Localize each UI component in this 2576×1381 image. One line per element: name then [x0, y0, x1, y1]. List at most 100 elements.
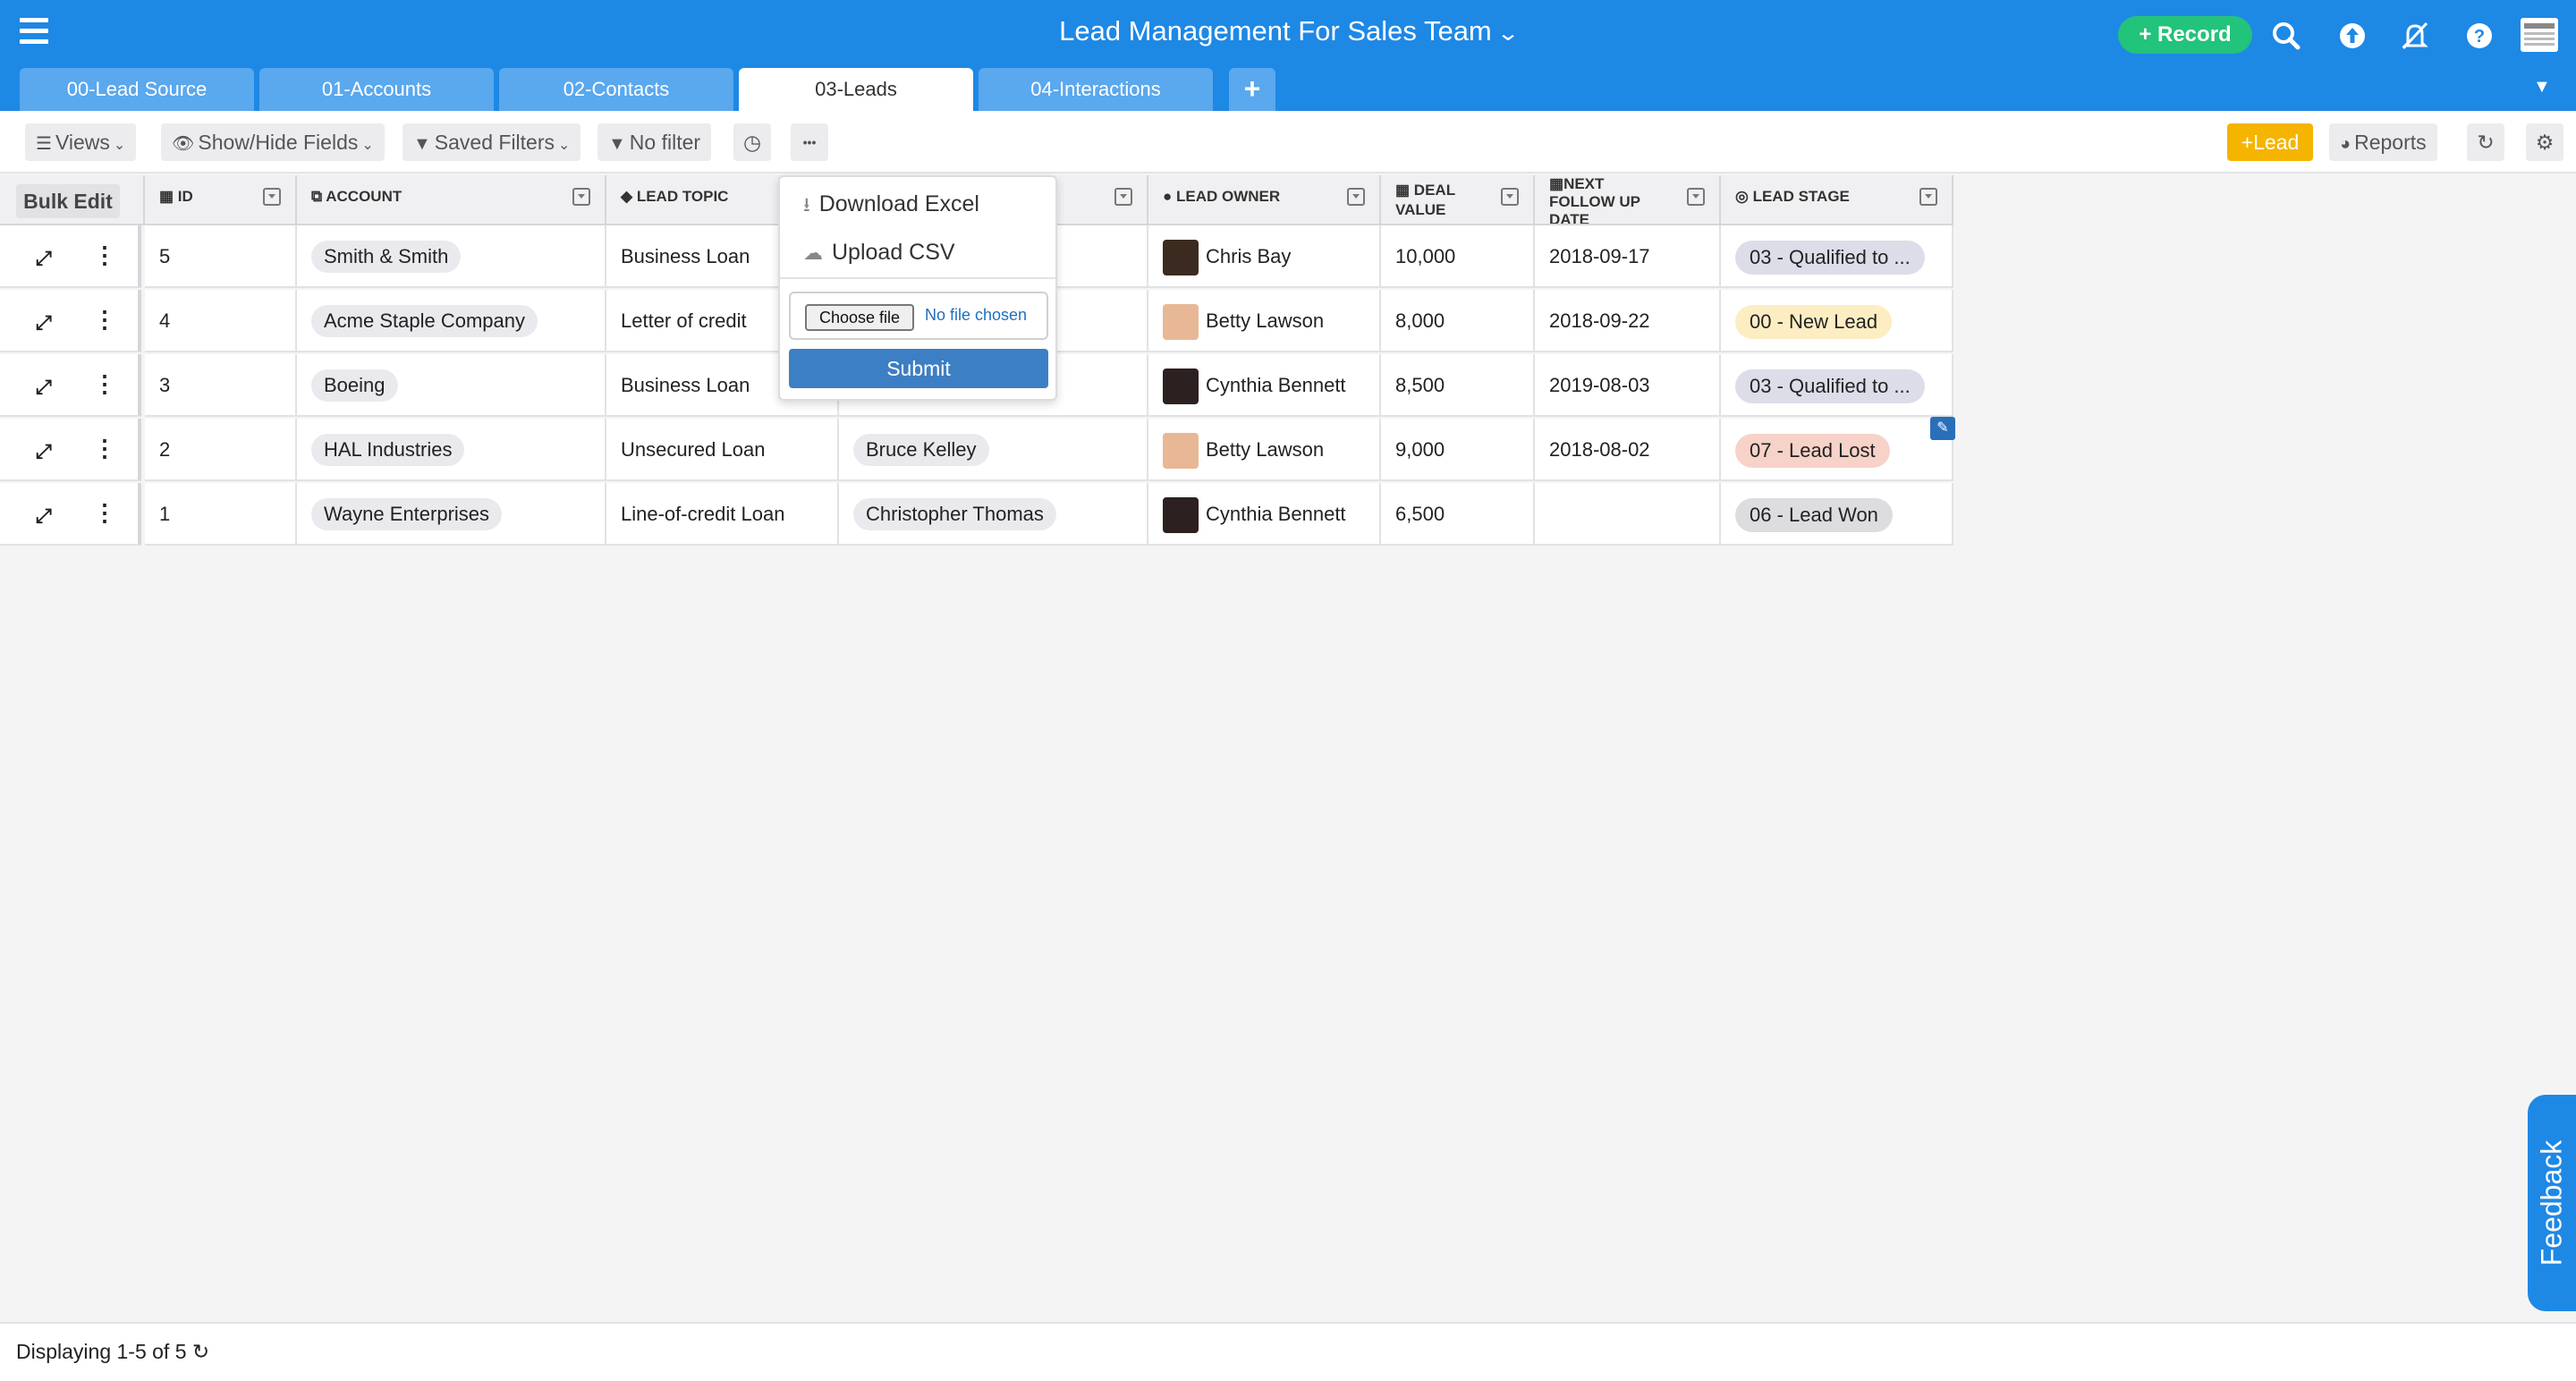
notifications-off-icon[interactable] [2397, 18, 2433, 54]
submit-button[interactable]: Submit [789, 349, 1048, 388]
cell-contact[interactable]: Bruce Kelley [839, 419, 1148, 481]
cell-topic[interactable]: Line-of-credit Loan [606, 483, 839, 546]
cell-id[interactable]: 5 [145, 225, 297, 288]
cell-owner[interactable]: Cynthia Bennett [1148, 483, 1381, 546]
account-chip[interactable]: Smith & Smith [311, 241, 462, 273]
refresh-button[interactable]: ↻ [2467, 123, 2504, 161]
cell-stage[interactable]: 00 - New Lead [1721, 290, 1953, 352]
no-filter-button[interactable]: ▼ No filter [597, 123, 712, 161]
cell-account[interactable]: HAL Industries [297, 419, 606, 481]
column-menu-icon[interactable] [1501, 188, 1519, 206]
choose-file-button[interactable]: Choose file [805, 304, 915, 331]
feedback-button[interactable]: Feedback [2528, 1095, 2576, 1311]
column-menu-icon[interactable] [263, 188, 281, 206]
account-chip[interactable]: Boeing [311, 369, 398, 402]
row-menu-icon[interactable]: ⋮ [93, 243, 116, 267]
caret-down-icon[interactable]: ▼ [2533, 77, 2551, 97]
tab-interactions[interactable]: 04-Interactions [979, 68, 1213, 111]
cell-deal[interactable]: 9,000 [1381, 419, 1535, 481]
column-header-account[interactable]: ⧉ ACCOUNT [297, 175, 606, 225]
cell-account[interactable]: Boeing [297, 354, 606, 417]
expand-icon[interactable]: ⤢ [36, 504, 52, 528]
download-excel-item[interactable]: ⭳ Download Excel [803, 188, 979, 220]
expand-icon[interactable]: ⤢ [36, 247, 52, 270]
column-menu-icon[interactable] [1347, 188, 1365, 206]
tab-contacts[interactable]: 02-Contacts [499, 68, 733, 111]
cell-deal[interactable]: 10,000 [1381, 225, 1535, 288]
cell-contact[interactable]: Christopher Thomas [839, 483, 1148, 546]
column-header-deal-value[interactable]: ▦ DEAL VALUE [1381, 175, 1535, 225]
add-record-button[interactable]: + Record [2118, 16, 2252, 54]
views-button[interactable]: ☰ Views ⌄ [25, 123, 137, 161]
expand-icon[interactable]: ⤢ [36, 311, 52, 335]
expand-icon[interactable]: ⤢ [36, 440, 52, 463]
cell-id[interactable]: 3 [145, 354, 297, 417]
account-chip[interactable]: Wayne Enterprises [311, 498, 503, 530]
settings-button[interactable]: ⚙ [2526, 123, 2563, 161]
column-header-id[interactable]: ▦ ID [145, 175, 297, 225]
column-menu-icon[interactable] [1919, 188, 1937, 206]
column-header-lead-stage[interactable]: ◎ LEAD STAGE [1721, 175, 1953, 225]
cell-account[interactable]: Wayne Enterprises [297, 483, 606, 546]
status-badge[interactable]: 00 - New Lead [1735, 305, 1893, 340]
cell-stage[interactable]: 06 - Lead Won [1721, 483, 1953, 546]
refresh-icon[interactable]: ↻ [192, 1340, 209, 1363]
column-menu-icon[interactable] [572, 188, 590, 206]
more-options-button[interactable]: ••• [791, 123, 828, 161]
cell-date[interactable] [1535, 483, 1721, 546]
cell-owner[interactable]: Cynthia Bennett [1148, 354, 1381, 417]
history-button[interactable]: ◷ [733, 123, 771, 161]
upload-icon[interactable] [2334, 18, 2370, 54]
cell-deal[interactable]: 6,500 [1381, 483, 1535, 546]
row-menu-icon[interactable]: ⋮ [93, 372, 116, 395]
keyboard-icon[interactable] [2519, 14, 2560, 55]
contact-chip[interactable]: Christopher Thomas [853, 498, 1056, 530]
status-badge[interactable]: 03 - Qualified to ... [1735, 369, 1925, 404]
saved-filters-button[interactable]: ▼ Saved Filters ⌄ [402, 123, 581, 161]
pencil-icon[interactable]: ✎ [1930, 417, 1955, 440]
row-menu-icon[interactable]: ⋮ [93, 436, 116, 460]
show-hide-fields-button[interactable]: 👁 Show/Hide Fields ⌄ [161, 123, 385, 161]
cell-date[interactable]: 2018-08-02 [1535, 419, 1721, 481]
status-badge[interactable]: 07 - Lead Lost [1735, 434, 1890, 469]
cell-id[interactable]: 2 [145, 419, 297, 481]
cell-owner[interactable]: Chris Bay [1148, 225, 1381, 288]
reports-button[interactable]: ◕ Reports [2329, 123, 2437, 161]
tab-leads[interactable]: 03-Leads [739, 68, 973, 111]
cell-stage[interactable]: 03 - Qualified to ... [1721, 354, 1953, 417]
add-lead-button[interactable]: +Lead [2227, 123, 2313, 161]
account-chip[interactable]: HAL Industries [311, 434, 465, 466]
cell-account[interactable]: Smith & Smith [297, 225, 606, 288]
upload-csv-item[interactable]: ☁ Upload CSV [803, 236, 955, 268]
cell-date[interactable]: 2018-09-17 [1535, 225, 1721, 288]
bulk-edit-button[interactable]: Bulk Edit [16, 184, 120, 218]
cell-deal[interactable]: 8,000 [1381, 290, 1535, 352]
search-icon[interactable] [2268, 18, 2304, 54]
cell-id[interactable]: 1 [145, 483, 297, 546]
cell-date[interactable]: 2018-09-22 [1535, 290, 1721, 352]
cell-deal[interactable]: 8,500 [1381, 354, 1535, 417]
row-menu-icon[interactable]: ⋮ [93, 308, 116, 331]
cell-topic[interactable]: Unsecured Loan [606, 419, 839, 481]
column-menu-icon[interactable] [1114, 188, 1132, 206]
tab-accounts[interactable]: 01-Accounts [259, 68, 494, 111]
column-header-lead-owner[interactable]: ● LEAD OWNER [1148, 175, 1381, 225]
account-chip[interactable]: Acme Staple Company [311, 305, 538, 337]
status-badge[interactable]: 03 - Qualified to ... [1735, 241, 1925, 275]
cell-account[interactable]: Acme Staple Company [297, 290, 606, 352]
cell-stage[interactable]: 07 - Lead Lost [1721, 419, 1953, 481]
cell-id[interactable]: 4 [145, 290, 297, 352]
tab-lead-source[interactable]: 00-Lead Source [20, 68, 254, 111]
contact-chip[interactable]: Bruce Kelley [853, 434, 989, 466]
status-badge[interactable]: 06 - Lead Won [1735, 498, 1893, 533]
cell-date[interactable]: 2019-08-03 [1535, 354, 1721, 417]
column-menu-icon[interactable] [1687, 188, 1705, 206]
add-tab-button[interactable]: + [1229, 68, 1275, 111]
cell-stage[interactable]: 03 - Qualified to ... [1721, 225, 1953, 288]
cell-owner[interactable]: Betty Lawson [1148, 290, 1381, 352]
row-menu-icon[interactable]: ⋮ [93, 501, 116, 524]
column-header-follow-up-date[interactable]: ▦NEXT FOLLOW UP DATE [1535, 175, 1721, 225]
cell-owner[interactable]: Betty Lawson [1148, 419, 1381, 481]
help-icon[interactable]: ? [2462, 18, 2497, 54]
expand-icon[interactable]: ⤢ [36, 376, 52, 399]
